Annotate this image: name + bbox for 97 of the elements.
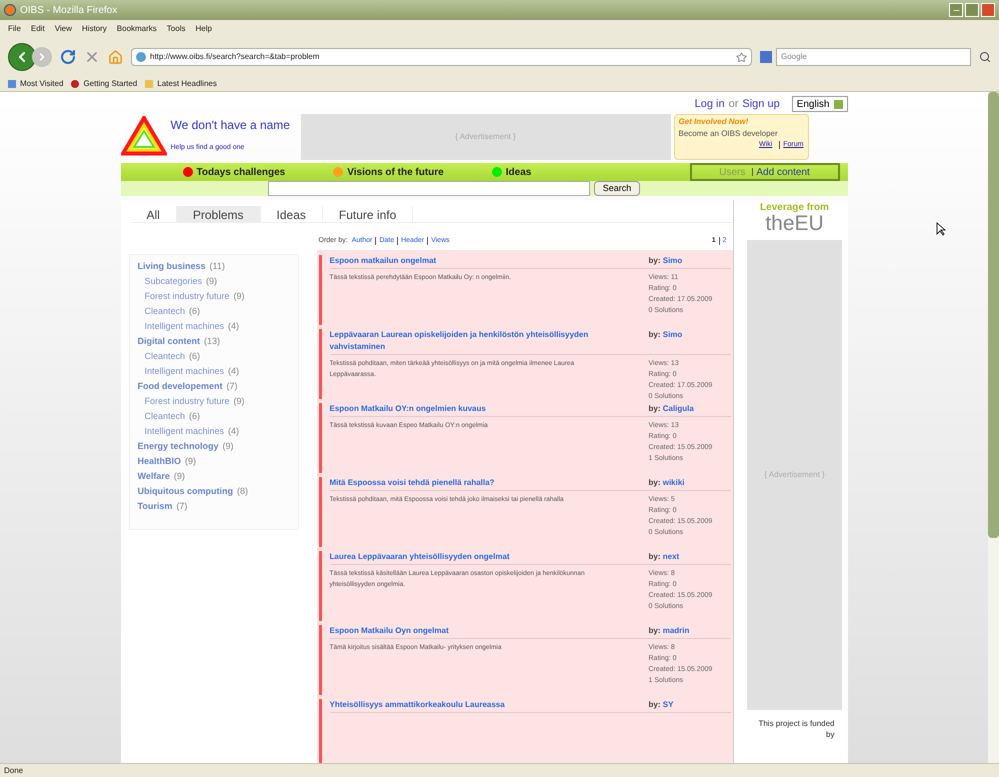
- problem-marker: [318, 477, 322, 547]
- site-name: We don't have a name: [170, 118, 291, 133]
- problem-marker: [318, 625, 322, 695]
- problem-marker: [318, 551, 322, 621]
- author-name[interactable]: next: [662, 552, 680, 561]
- tab[interactable]: Problems: [176, 206, 261, 222]
- address-field[interactable]: http://www.oibs.fi/search?search=&tab=problem: [131, 48, 752, 66]
- category-link[interactable]: Tourism: [138, 501, 172, 511]
- menu-item[interactable]: Help: [195, 22, 212, 34]
- category-count: (6): [189, 306, 200, 316]
- category-count: (9): [222, 441, 234, 451]
- category-link[interactable]: Welfare: [138, 471, 170, 481]
- home-icon[interactable]: [108, 50, 123, 64]
- funded-text: This project is funded by: [757, 718, 834, 740]
- star-icon[interactable]: [736, 52, 747, 62]
- by-label: by:: [648, 552, 660, 561]
- category-count: (9): [185, 456, 196, 466]
- reload-icon[interactable]: [60, 49, 76, 65]
- menu-item[interactable]: Bookmarks: [116, 22, 157, 34]
- author-name[interactable]: madrin: [662, 626, 690, 635]
- category-count: (13): [204, 336, 220, 346]
- category-link[interactable]: Ubiquitous computing: [138, 486, 233, 496]
- maximize-button[interactable]: [965, 3, 979, 17]
- or-text: or: [728, 96, 738, 112]
- eu-headline: Leverage from: [760, 202, 829, 213]
- forward-button[interactable]: [32, 47, 52, 67]
- triangle-logo: [120, 116, 166, 156]
- category-count: (6): [189, 351, 200, 361]
- user-link[interactable]: Add content: [756, 164, 810, 180]
- category-count: (7): [226, 381, 238, 391]
- minimize-button[interactable]: [949, 3, 963, 17]
- category-count: (9): [234, 396, 245, 406]
- menu-item[interactable]: File: [8, 22, 21, 34]
- category-link[interactable]: Digital content: [138, 336, 200, 346]
- problem-marker: [318, 329, 322, 399]
- signup-link[interactable]: Sign up: [742, 96, 780, 112]
- search-engine-input[interactable]: Google: [781, 51, 966, 63]
- nav-link[interactable]: Todays challenges: [182, 164, 286, 180]
- problem-title[interactable]: Yhteisöllisyys ammattikorkeakoulu Laureassa: [330, 699, 630, 711]
- problem-title[interactable]: Espoon matkailun ongelmat: [330, 255, 630, 267]
- category-count: (7): [176, 501, 188, 511]
- get-involved-text: Become an OIBS developer: [678, 128, 779, 140]
- close-button[interactable]: [981, 3, 995, 17]
- category-count: (9): [206, 276, 218, 286]
- problem-title[interactable]: Espoon Matkailu Oyn ongelmat: [330, 625, 630, 637]
- category-count: (4): [228, 366, 240, 376]
- back-button[interactable]: [8, 43, 36, 71]
- search-engine-field[interactable]: Google: [776, 48, 971, 66]
- menu-item[interactable]: Edit: [30, 22, 45, 34]
- login-link[interactable]: Log in: [694, 96, 725, 112]
- category-link[interactable]: Food developement: [138, 381, 223, 391]
- bookmark-item[interactable]: Getting Started: [71, 78, 138, 90]
- category-count: (8): [236, 486, 248, 496]
- menu-item[interactable]: View: [54, 22, 72, 34]
- author-name[interactable]: Simo: [662, 256, 682, 265]
- category-count: (4): [228, 321, 240, 331]
- category-link[interactable]: Energy technology: [138, 441, 219, 451]
- by-label: by:: [648, 404, 660, 413]
- get-involved-title: Get Involved Now!: [678, 116, 750, 128]
- language-select[interactable]: English: [792, 96, 848, 112]
- problem-title[interactable]: Mitä Espoossa voisi tehdä pienellä rahalla?: [330, 477, 630, 489]
- by-label: by:: [648, 330, 660, 339]
- author-name[interactable]: SY: [662, 700, 674, 709]
- category-link[interactable]: HealthBIO: [138, 456, 182, 466]
- menu-item[interactable]: History: [82, 22, 107, 34]
- search-button[interactable]: Search: [594, 181, 640, 196]
- category-count: (9): [174, 471, 185, 481]
- author-name[interactable]: wikiki: [662, 478, 685, 487]
- pointer-icon: [936, 222, 946, 236]
- by-label: by:: [648, 256, 660, 265]
- nav-link[interactable]: Ideas: [492, 164, 532, 180]
- category-count: (6): [189, 411, 200, 421]
- problem-marker: [318, 255, 322, 325]
- author-name[interactable]: Simo: [662, 330, 682, 339]
- category-count: (11): [210, 261, 225, 271]
- search-field[interactable]: [268, 181, 590, 196]
- author-name[interactable]: Caligula: [662, 404, 694, 413]
- problem-marker: [318, 403, 322, 473]
- by-label: by:: [648, 700, 660, 709]
- window-title: OIBS - Mozilla Firefox: [20, 4, 118, 18]
- category-link[interactable]: Living business: [138, 261, 206, 271]
- problem-title[interactable]: Espoon Matkailu OY:n ongelmien kuvaus: [330, 403, 630, 415]
- eu-logo: theEU: [765, 213, 824, 235]
- search-icon[interactable]: [979, 51, 991, 63]
- nav-link[interactable]: Visions of the future: [333, 164, 444, 180]
- menu-item[interactable]: Tools: [166, 22, 186, 34]
- category-count: (4): [228, 426, 240, 436]
- stop-icon[interactable]: [84, 49, 100, 65]
- problem-title[interactable]: Laurea Leppävaaran yhteisöllisyyden ongelmat: [330, 551, 630, 563]
- by-label: by:: [648, 626, 660, 635]
- bookmark-item[interactable]: Latest Headlines: [145, 78, 217, 90]
- problem-marker: [318, 699, 322, 763]
- by-label: by:: [648, 478, 660, 487]
- category-count: (9): [234, 291, 245, 301]
- problem-title[interactable]: Leppävaaran Laurean opiskelijoiden ja henkilöstön yhteisöllisyyden vahvistaminen: [330, 329, 630, 353]
- status-text: Done: [4, 764, 24, 776]
- bookmark-item[interactable]: Most Visited: [8, 78, 64, 90]
